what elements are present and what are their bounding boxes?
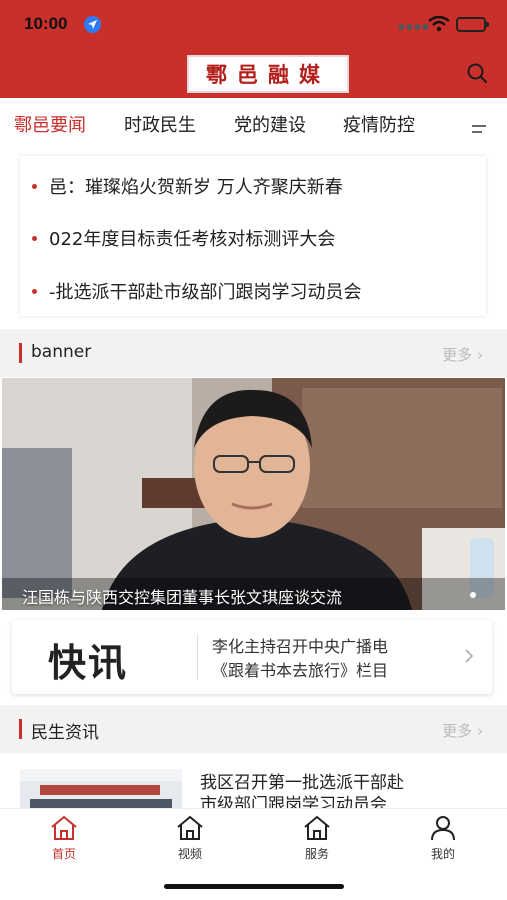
section-marker — [19, 343, 22, 363]
wifi-icon — [428, 15, 450, 36]
app-logo: 鄠邑融媒 — [187, 55, 349, 93]
flash-news-line: 《跟着书本去旅行》栏目 — [212, 661, 389, 680]
bullet-dot — [32, 288, 37, 294]
nav-label: 服务 — [304, 847, 329, 861]
nav-label: 视频 — [177, 847, 202, 861]
flash-news-card[interactable]: 快讯 李化主持召开中央广播电 《跟着书本去旅行》栏目 — [12, 620, 492, 694]
livelihood-section-header: 民生资讯 更多 › — [0, 705, 507, 753]
bullet-dot — [32, 235, 37, 241]
nav-label: 首页 — [51, 847, 76, 861]
nav-home[interactable]: 首页 — [29, 815, 99, 862]
more-link[interactable]: 更多 › — [442, 720, 483, 741]
flash-news-line: 李化主持召开中央广播电 — [212, 637, 389, 656]
headline-text: 022年度目标责任考核对标测评大会 — [49, 229, 336, 250]
headline-item[interactable]: -批选派干部赴市级部门跟岗学习动员会 — [32, 278, 362, 304]
tab-epidemic[interactable]: 疫情防控 — [343, 111, 415, 137]
headline-text: -批选派干部赴市级部门跟岗学习动员会 — [49, 282, 362, 303]
nav-label: 我的 — [430, 847, 455, 861]
more-link[interactable]: 更多 › — [442, 344, 483, 365]
section-title: banner — [31, 342, 92, 362]
channel-menu-icon[interactable] — [471, 119, 487, 138]
nav-profile[interactable]: 我的 — [408, 815, 478, 862]
search-icon[interactable] — [466, 62, 488, 88]
home-icon — [51, 815, 77, 840]
cellular-signal-icon: ●●●● — [398, 22, 430, 31]
flash-news-logo: 快讯 — [48, 643, 129, 685]
banner-image[interactable] — [2, 378, 505, 610]
location-icon — [84, 16, 101, 33]
status-time: 10:00 — [24, 14, 68, 33]
app-screen: 10:00 ●●●● 鄠邑融媒 鄠邑要闻 时政民生 党的建设 疫情防控 邑：璀璨… — [0, 0, 507, 900]
more-label: 更多 — [442, 722, 473, 740]
chevron-right-icon — [464, 648, 474, 668]
service-icon — [304, 815, 330, 840]
divider — [197, 634, 198, 680]
headline-item[interactable]: 邑：璀璨焰火贺新岁 万人齐聚庆新春 — [32, 173, 343, 199]
video-icon — [177, 815, 203, 840]
app-logo-text: 鄠邑融媒 — [206, 62, 330, 87]
bullet-dot — [32, 183, 37, 189]
section-title: 民生资讯 — [31, 723, 99, 743]
nav-service[interactable]: 服务 — [282, 815, 352, 862]
headline-text: 邑：璀璨焰火贺新岁 万人齐聚庆新春 — [49, 177, 343, 198]
tab-party-building[interactable]: 党的建设 — [234, 111, 306, 137]
more-label: 更多 — [442, 346, 473, 364]
headline-list: 邑：璀璨焰火贺新岁 万人齐聚庆新春 022年度目标责任考核对标测评大会 -批选派… — [20, 156, 486, 316]
chevron-right-icon: › — [477, 346, 483, 364]
section-marker — [19, 719, 22, 739]
banner-pager-dot — [470, 592, 476, 598]
tab-politics[interactable]: 时政民生 — [124, 111, 196, 137]
chevron-right-icon: › — [477, 722, 483, 740]
channel-tabs: 鄠邑要闻 时政民生 党的建设 疫情防控 — [0, 98, 507, 148]
nav-video[interactable]: 视频 — [155, 815, 225, 862]
profile-icon — [431, 816, 455, 841]
battery-icon — [456, 17, 489, 32]
home-indicator — [164, 884, 344, 889]
banner-caption: 汪国栋与陕西交控集团董事长张文琪座谈交流 — [22, 588, 343, 607]
headline-item[interactable]: 022年度目标责任考核对标测评大会 — [32, 225, 335, 251]
tab-huyi-news[interactable]: 鄠邑要闻 — [14, 111, 86, 137]
banner-section-header: banner 更多 › — [0, 329, 507, 377]
news-thumbnail[interactable] — [20, 769, 182, 811]
